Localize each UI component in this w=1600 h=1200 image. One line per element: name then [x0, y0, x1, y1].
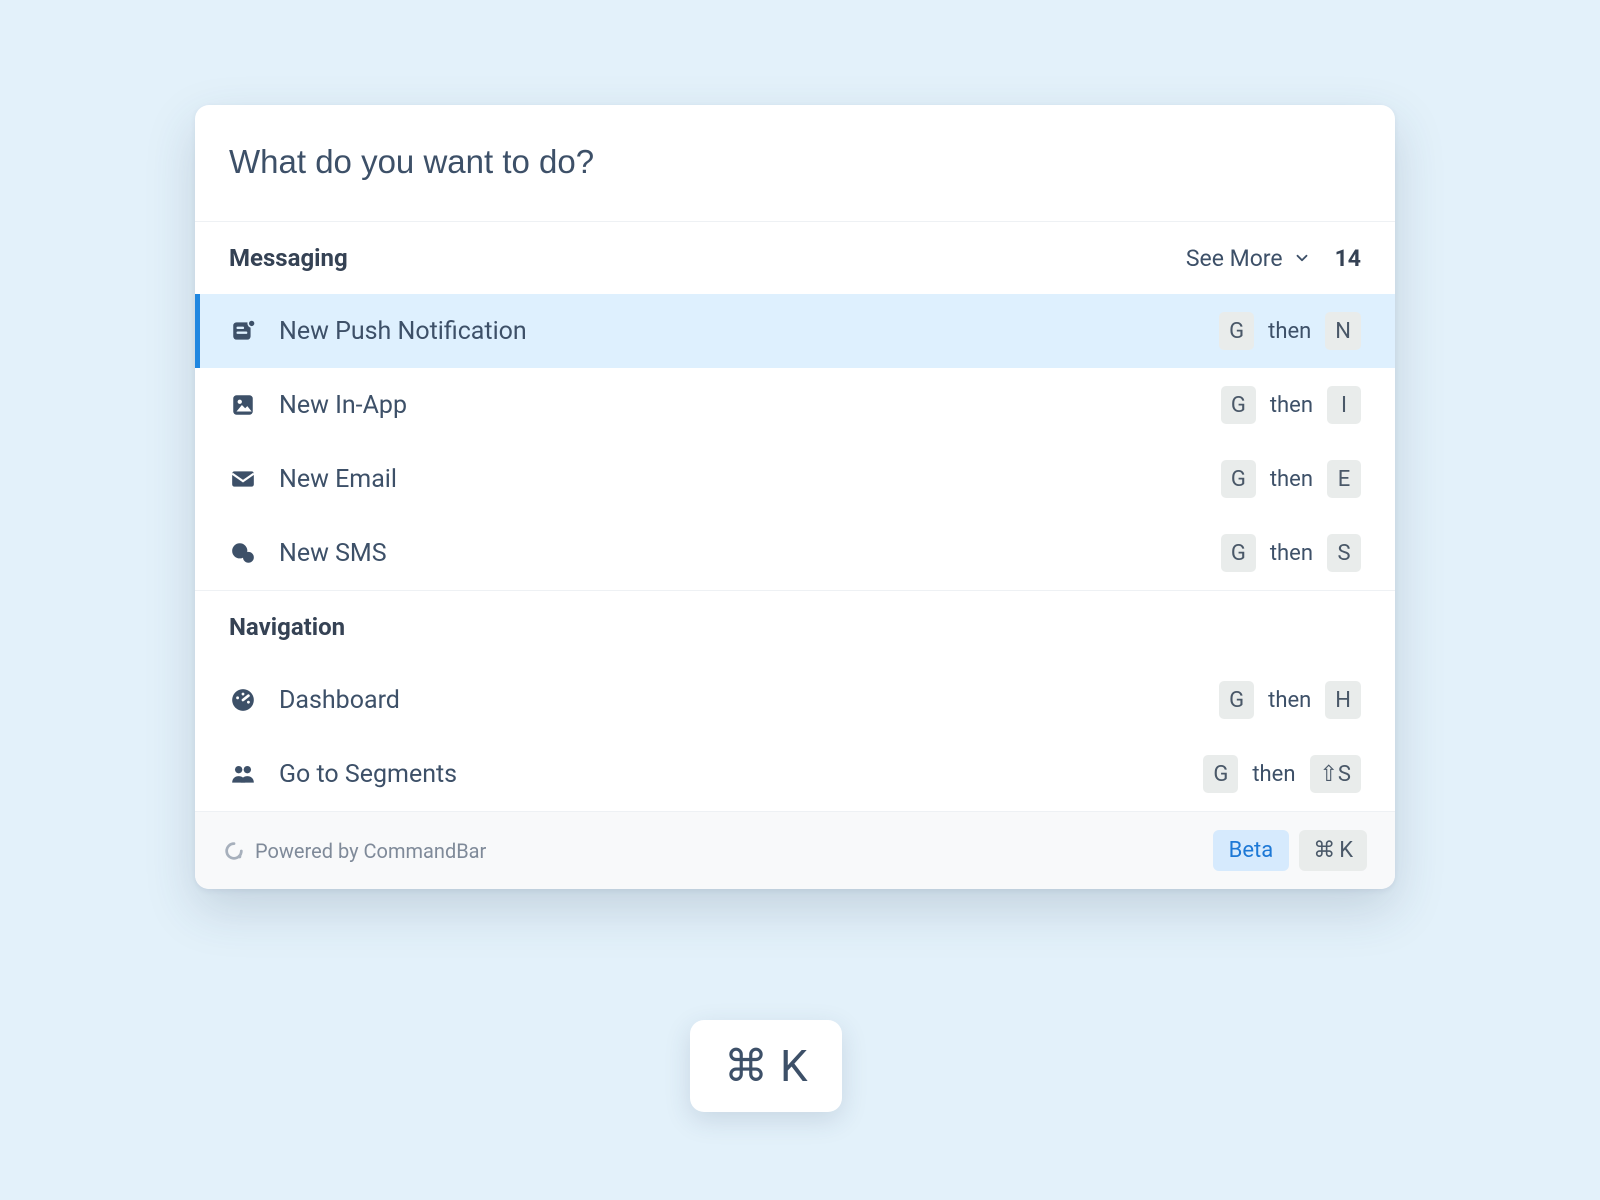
- shortcut-key: G: [1219, 681, 1254, 719]
- command-item-label: New In-App: [279, 391, 1199, 420]
- command-item-go-to-segments[interactable]: Go to Segments G then ⇧S: [195, 737, 1395, 811]
- shortcut-separator: then: [1268, 688, 1311, 713]
- shortcut-key: N: [1325, 312, 1361, 350]
- section-header-navigation: Navigation: [195, 591, 1395, 663]
- shortcut-key: I: [1327, 386, 1361, 424]
- launcher-key: K: [780, 1040, 808, 1092]
- email-icon: [229, 465, 257, 493]
- command-item-new-in-app[interactable]: New In-App G then I: [195, 368, 1395, 442]
- shortcut-key: ⇧S: [1310, 755, 1362, 793]
- shortcut-key: G: [1219, 312, 1254, 350]
- command-shortcut: G then N: [1219, 312, 1361, 350]
- search-wrap: [195, 105, 1395, 221]
- see-more-label: See More: [1186, 245, 1283, 272]
- shortcut-key: E: [1327, 460, 1361, 498]
- powered-by: Powered by CommandBar: [223, 839, 1203, 863]
- see-more-button[interactable]: See More 14: [1186, 245, 1361, 272]
- shortcut-key: G: [1221, 460, 1256, 498]
- inapp-icon: [229, 391, 257, 419]
- shortcut-separator: then: [1270, 541, 1313, 566]
- command-shortcut: G then S: [1221, 534, 1361, 572]
- push-icon: [229, 317, 257, 345]
- shortcut-separator: then: [1270, 467, 1313, 492]
- command-item-label: New Push Notification: [279, 317, 1197, 346]
- shortcut-key: H: [1325, 681, 1361, 719]
- section-header-messaging: Messaging See More 14: [195, 221, 1395, 294]
- command-palette: Messaging See More 14 New Push Notificat…: [195, 105, 1395, 889]
- search-input[interactable]: [229, 143, 1361, 181]
- beta-badge[interactable]: Beta: [1213, 830, 1290, 871]
- sms-icon: [229, 539, 257, 567]
- shortcut-key: G: [1203, 755, 1238, 793]
- launcher-button[interactable]: ⌘ K: [690, 1020, 842, 1112]
- command-item-dashboard[interactable]: Dashboard G then H: [195, 663, 1395, 737]
- command-item-label: New SMS: [279, 539, 1199, 568]
- shortcut-key: G: [1221, 534, 1256, 572]
- see-more-count: 14: [1335, 245, 1361, 272]
- section-title: Navigation: [229, 613, 1361, 641]
- shortcut-separator: then: [1270, 393, 1313, 418]
- command-shortcut: G then H: [1219, 681, 1361, 719]
- command-item-new-sms[interactable]: New SMS G then S: [195, 516, 1395, 590]
- command-item-label: Dashboard: [279, 686, 1197, 715]
- cmd-icon: ⌘: [724, 1040, 768, 1092]
- command-item-label: New Email: [279, 465, 1199, 494]
- shortcut-separator: then: [1252, 762, 1295, 787]
- dashboard-icon: [229, 686, 257, 714]
- chevron-down-icon: [1293, 249, 1311, 267]
- shortcut-key: S: [1327, 534, 1361, 572]
- shortcut-key: G: [1221, 386, 1256, 424]
- shortcut-separator: then: [1268, 319, 1311, 344]
- command-item-label: Go to Segments: [279, 760, 1181, 789]
- command-item-new-email[interactable]: New Email G then E: [195, 442, 1395, 516]
- command-shortcut: G then I: [1221, 386, 1361, 424]
- cmd-icon: ⌘: [1313, 838, 1335, 863]
- powered-by-label: Powered by CommandBar: [255, 839, 486, 863]
- command-shortcut: G then ⇧S: [1203, 755, 1361, 793]
- commandbar-logo-icon: [223, 840, 245, 862]
- footer-hotkey: ⌘K: [1299, 830, 1367, 871]
- segments-icon: [229, 760, 257, 788]
- command-shortcut: G then E: [1221, 460, 1361, 498]
- section-title: Messaging: [229, 244, 1186, 272]
- hotkey-key: K: [1339, 838, 1353, 863]
- command-item-new-push-notification[interactable]: New Push Notification G then N: [195, 294, 1395, 368]
- beta-label: Beta: [1229, 838, 1274, 863]
- palette-footer: Powered by CommandBar Beta ⌘K: [195, 811, 1395, 889]
